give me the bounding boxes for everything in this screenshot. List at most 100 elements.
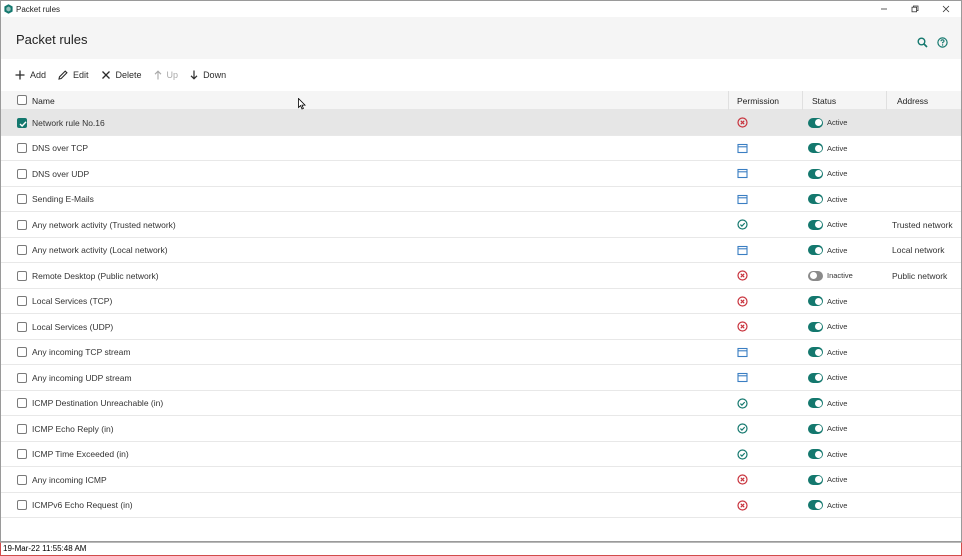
table-row[interactable]: ICMP Echo Reply (in) Active <box>1 416 961 442</box>
delete-button[interactable]: Delete <box>101 65 142 85</box>
table-row[interactable]: Local Services (TCP) Active <box>1 289 961 314</box>
edit-button[interactable]: Edit <box>58 65 89 85</box>
rule-name: ICMP Echo Reply (in) <box>32 423 114 434</box>
status-toggle[interactable] <box>808 117 823 128</box>
rule-name: Sending E-Mails <box>32 194 94 204</box>
table-row[interactable]: Any incoming TCP stream Active <box>1 340 961 365</box>
taskbar: 19-Mar-22 11:55:48 AM <box>0 542 962 556</box>
status-text: Active <box>827 398 848 408</box>
status-toggle[interactable] <box>808 474 823 485</box>
status-toggle[interactable] <box>808 321 823 332</box>
table-row[interactable]: Any incoming UDP stream Active <box>1 365 961 391</box>
allow-check-icon <box>737 397 748 409</box>
row-checkbox[interactable] <box>17 372 27 383</box>
table-row[interactable]: DNS over UDP Active <box>1 161 961 187</box>
status-text: Active <box>827 194 848 204</box>
row-checkbox[interactable] <box>17 347 27 357</box>
restore-icon <box>911 5 918 13</box>
minimize-button[interactable] <box>868 1 899 17</box>
table-row[interactable]: Network rule No.16 Active <box>1 110 961 136</box>
toolbar: Add Edit Delete Up Down <box>1 59 961 91</box>
rule-name: Local Services (TCP) <box>32 296 113 306</box>
address-text: Trusted network <box>892 219 953 230</box>
status-text: Active <box>827 245 848 255</box>
arrow-down-icon <box>190 70 198 80</box>
mouse-cursor-icon <box>298 98 306 110</box>
minimize-icon <box>880 8 887 10</box>
status-toggle[interactable] <box>808 168 823 179</box>
packet-rules-window: Packet rules Packet rules Add Edit Delet… <box>0 0 962 542</box>
column-divider[interactable] <box>802 91 803 110</box>
column-header-name[interactable]: Name <box>32 91 55 110</box>
search-button[interactable] <box>916 36 928 48</box>
row-checkbox[interactable] <box>17 143 27 153</box>
move-up-button[interactable]: Up <box>154 65 178 85</box>
app-window-icon <box>737 245 748 256</box>
table-row[interactable]: Any network activity (Trusted network) Ac… <box>1 212 961 238</box>
table-row[interactable]: Remote Desktop (Public network) Inactive P… <box>1 263 961 289</box>
status-toggle[interactable] <box>808 449 823 459</box>
row-checkbox[interactable] <box>17 168 27 179</box>
allow-check-icon <box>737 423 748 434</box>
status-toggle[interactable] <box>808 219 823 230</box>
block-icon <box>737 321 748 332</box>
row-checkbox[interactable] <box>17 449 27 459</box>
status-toggle[interactable] <box>808 296 823 306</box>
select-all-checkbox[interactable] <box>17 95 27 105</box>
rule-name: Network rule No.16 <box>32 117 105 128</box>
window-controls <box>868 1 961 17</box>
row-checkbox[interactable] <box>17 423 27 434</box>
status-toggle[interactable] <box>808 270 823 281</box>
row-checkbox[interactable] <box>17 296 27 306</box>
status-text: Active <box>827 475 848 484</box>
add-button[interactable]: Add <box>15 65 46 85</box>
move-down-button[interactable]: Down <box>190 65 226 85</box>
row-checkbox[interactable] <box>17 321 27 332</box>
status-text: Active <box>827 169 848 178</box>
block-icon <box>737 474 748 485</box>
table-row[interactable]: Sending E-Mails Active <box>1 187 961 212</box>
row-checkbox[interactable] <box>17 219 27 230</box>
maximize-button[interactable] <box>899 1 930 17</box>
column-header-address[interactable]: Address <box>897 91 928 110</box>
close-window-button[interactable] <box>930 1 961 17</box>
table-row[interactable]: ICMP Time Exceeded (in) Active <box>1 442 961 467</box>
status-text: Active <box>827 220 848 229</box>
status-toggle[interactable] <box>808 398 823 408</box>
row-checkbox[interactable] <box>17 398 27 408</box>
table-row[interactable]: Local Services (UDP) Active <box>1 314 961 340</box>
status-toggle[interactable] <box>808 347 823 357</box>
row-checkbox[interactable] <box>17 194 27 204</box>
column-divider[interactable] <box>886 91 887 110</box>
status-toggle[interactable] <box>808 245 823 255</box>
column-header-permission[interactable]: Permission <box>737 91 779 110</box>
table-row[interactable]: ICMPv6 Echo Request (in) Active <box>1 493 961 518</box>
app-shield-icon <box>4 4 13 14</box>
rule-name: Any incoming ICMP <box>32 474 107 485</box>
row-checkbox[interactable] <box>17 474 27 485</box>
help-button[interactable] <box>936 36 948 48</box>
app-window-icon <box>737 347 748 358</box>
edit-label: Edit <box>73 70 89 80</box>
table-row[interactable]: DNS over TCP Active <box>1 136 961 161</box>
rule-name: Any incoming UDP stream <box>32 372 132 383</box>
rule-name: ICMPv6 Echo Request (in) <box>32 500 133 510</box>
table-row[interactable]: Any network activity (Local network) Acti… <box>1 238 961 263</box>
column-divider[interactable] <box>728 91 729 110</box>
row-checkbox[interactable] <box>17 245 27 255</box>
row-checkbox[interactable] <box>17 270 27 281</box>
table-row[interactable]: ICMP Destination Unreachable (in) Active <box>1 391 961 416</box>
status-toggle[interactable] <box>808 500 823 510</box>
status-toggle[interactable] <box>808 194 823 204</box>
row-checkbox[interactable] <box>17 500 27 510</box>
column-header-status[interactable]: Status <box>812 91 836 110</box>
cross-icon <box>101 71 110 79</box>
help-icon <box>936 36 948 48</box>
taskbar-clock: 19-Mar-22 11:55:48 AM <box>3 544 87 553</box>
status-toggle[interactable] <box>808 143 823 153</box>
checkmark-icon <box>19 120 27 127</box>
table-row[interactable]: Any incoming ICMP Active <box>1 467 961 493</box>
status-toggle[interactable] <box>808 423 823 434</box>
status-toggle[interactable] <box>808 372 823 383</box>
row-checkbox[interactable] <box>17 117 27 128</box>
